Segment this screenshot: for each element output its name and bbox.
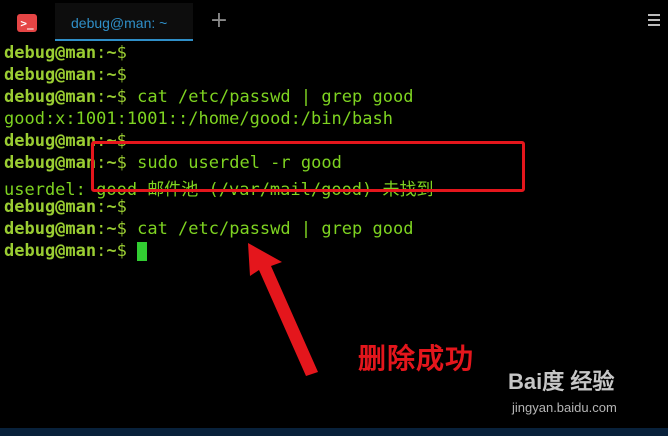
annotation-label: 删除成功 xyxy=(358,342,475,375)
terminal-window: >_ debug@man: ~ + debug@man:~$ debug@man… xyxy=(0,0,668,436)
baidu-logo: Bai度 经验 xyxy=(508,369,615,394)
watermark-url: jingyan.baidu.com xyxy=(512,400,617,415)
baidu-watermark: Bai度 经验 jingyan.baidu.com xyxy=(508,364,648,424)
